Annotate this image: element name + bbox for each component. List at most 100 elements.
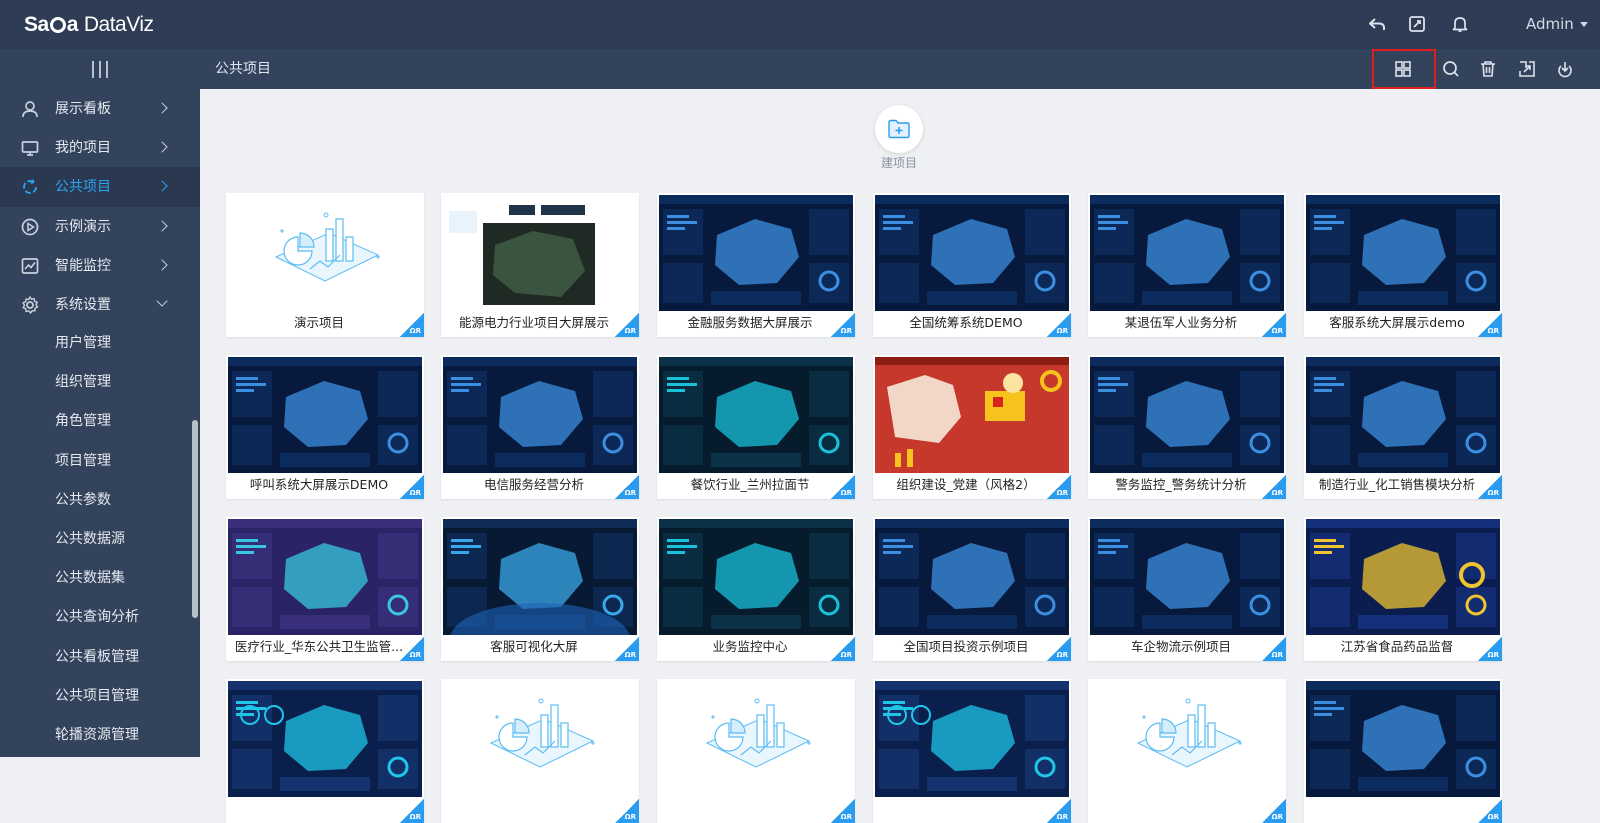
illustration-thumbnail — [443, 681, 637, 797]
project-thumbnail-frame — [443, 681, 637, 797]
project-badge: ΩR — [1478, 313, 1502, 337]
undo-icon[interactable] — [1367, 14, 1387, 34]
project-thumbnail-frame — [1090, 195, 1284, 311]
sidebar-item-label: 我的项目 — [55, 140, 111, 157]
sidebar-item[interactable]: 我的项目 — [0, 128, 200, 168]
sidebar-subitem[interactable]: 项目管理 — [55, 452, 111, 470]
project-title: 医疗行业_华东公共卫生监管... — [234, 639, 404, 654]
project-thumbnail-frame — [443, 357, 637, 473]
publish-icon[interactable] — [1554, 58, 1576, 80]
project-card[interactable]: ΩR — [441, 679, 639, 823]
project-card[interactable]: 客服系统大屏展示demo ΩR — [1304, 193, 1502, 337]
sidebar-subitem[interactable]: 公共查询分析 — [55, 608, 139, 626]
logo[interactable]: Sa a DataViz — [24, 11, 154, 39]
user-name: Admin — [1526, 15, 1574, 33]
sidebar-subitem[interactable]: 用户管理 — [55, 334, 111, 352]
sidebar-item-label: 示例演示 — [55, 218, 111, 235]
gear-icon — [22, 296, 39, 314]
project-card[interactable]: ΩR — [226, 679, 424, 823]
new-project-button[interactable] — [875, 105, 923, 153]
project-card[interactable]: 金融服务数据大屏展示 ΩR — [657, 193, 855, 337]
project-card[interactable]: 呼叫系统大屏展示DEMO ΩR — [226, 355, 424, 499]
project-badge: ΩR — [1047, 799, 1071, 823]
user-icon — [22, 101, 38, 118]
search-icon[interactable] — [1440, 58, 1462, 80]
sidebar-toggle[interactable] — [0, 49, 200, 89]
sidebar-subitem[interactable]: 公共数据源 — [55, 530, 125, 548]
sidebar-item[interactable]: 智能监控 — [0, 246, 200, 286]
project-card[interactable]: 能源电力行业项目大屏展示 ΩR — [441, 193, 639, 337]
project-thumbnail — [443, 195, 637, 311]
project-thumbnail — [659, 519, 853, 635]
project-card[interactable]: ΩR — [873, 679, 1071, 823]
project-card[interactable]: 制造行业_化工销售模块分析 ΩR — [1304, 355, 1502, 499]
sidebar-subitem[interactable]: 公共数据集 — [55, 569, 125, 587]
project-thumbnail-frame — [659, 195, 853, 311]
sidebar-item[interactable]: 公共项目 — [0, 167, 200, 208]
project-card[interactable]: 警务监控_警务统计分析 ΩR — [1088, 355, 1286, 499]
project-card[interactable]: 医疗行业_华东公共卫生监管... ΩR — [226, 517, 424, 661]
project-thumbnail — [659, 195, 853, 311]
project-title: 金融服务数据大屏展示 — [687, 315, 813, 330]
logo-mark: Sa a — [24, 13, 78, 36]
project-badge: ΩR — [831, 313, 855, 337]
sidebar-subitem[interactable]: 组织管理 — [55, 373, 111, 391]
project-thumbnail — [1306, 519, 1500, 635]
project-thumbnail-frame — [875, 681, 1069, 797]
project-thumbnail-frame — [659, 519, 853, 635]
sidebar-item-label: 公共项目 — [55, 179, 111, 196]
project-title: 制造行业_化工销售模块分析 — [1318, 477, 1476, 492]
project-card[interactable]: 客服可视化大屏 ΩR — [441, 517, 639, 661]
sidebar-item[interactable]: 示例演示 — [0, 207, 200, 247]
project-thumbnail-frame — [875, 195, 1069, 311]
project-card[interactable]: 车企物流示例项目 ΩR — [1088, 517, 1286, 661]
project-title — [873, 799, 1071, 821]
illustration-thumbnail — [228, 195, 422, 311]
project-title: 警务监控_警务统计分析 — [1115, 477, 1247, 492]
sidebar-subitem[interactable]: 轮播资源管理 — [55, 726, 139, 744]
project-card[interactable]: 餐饮行业_兰州拉面节 ΩR — [657, 355, 855, 499]
project-thumbnail — [875, 681, 1069, 797]
project-card[interactable]: 某退伍军人业务分析 ΩR — [1088, 193, 1286, 337]
project-card[interactable]: 组织建设_党建（风格2） ΩR — [873, 355, 1071, 499]
sidebar-subitem[interactable]: 公共看板管理 — [55, 648, 139, 666]
grid-view-icon[interactable] — [1392, 58, 1414, 80]
project-title: 客服可视化大屏 — [490, 639, 578, 654]
project-title — [1088, 799, 1286, 821]
play-icon — [21, 218, 39, 235]
project-thumbnail-frame — [1306, 357, 1500, 473]
user-menu[interactable]: Admin — [1526, 14, 1588, 34]
sidebar-subitem[interactable]: 角色管理 — [55, 412, 111, 430]
sidebar-subitem[interactable]: 公共参数 — [55, 491, 111, 509]
project-thumbnail — [443, 357, 637, 473]
caret-down-icon — [1579, 21, 1588, 27]
bell-icon[interactable] — [1450, 14, 1470, 34]
breadcrumb: 公共项目 — [215, 61, 271, 77]
project-card[interactable]: 电信服务经营分析 ΩR — [441, 355, 639, 499]
trash-icon[interactable] — [1477, 58, 1499, 80]
project-thumbnail — [1306, 195, 1500, 311]
project-card[interactable]: ΩR — [1304, 679, 1502, 823]
sidebar-scrollbar[interactable] — [192, 420, 198, 618]
sidebar-subitem[interactable]: 公共项目管理 — [55, 687, 139, 705]
sidebar-item[interactable]: 系统设置 — [0, 285, 200, 325]
project-badge: ΩR — [615, 313, 639, 337]
project-badge: ΩR — [1047, 637, 1071, 661]
project-title: 车企物流示例项目 — [1130, 639, 1231, 654]
project-card[interactable]: ΩR — [657, 679, 855, 823]
import-icon[interactable] — [1516, 58, 1538, 80]
project-card[interactable]: 业务监控中心 ΩR — [657, 517, 855, 661]
project-card[interactable]: 全国统筹系统DEMO ΩR — [873, 193, 1071, 337]
project-card[interactable]: 全国项目投资示例项目 ΩR — [873, 517, 1071, 661]
sidebar-item[interactable]: 展示看板 — [0, 89, 200, 129]
project-thumbnail — [228, 681, 422, 797]
project-thumbnail-frame — [443, 519, 637, 635]
project-card[interactable]: ΩR — [1088, 679, 1286, 823]
project-card[interactable]: 演示项目 ΩR — [226, 193, 424, 337]
project-card[interactable]: 江苏省食品药品监督 ΩR — [1304, 517, 1502, 661]
project-badge: ΩR — [615, 475, 639, 499]
project-badge: ΩR — [1262, 637, 1286, 661]
edit-window-icon[interactable] — [1407, 14, 1427, 34]
project-thumbnail-frame — [1090, 519, 1284, 635]
project-badge: ΩR — [1262, 475, 1286, 499]
